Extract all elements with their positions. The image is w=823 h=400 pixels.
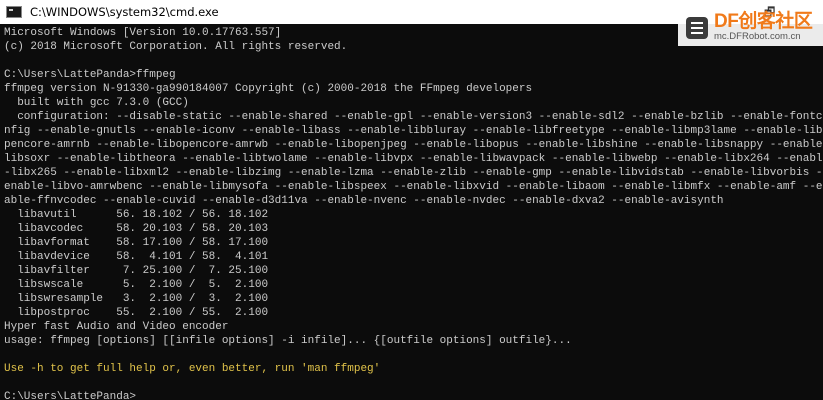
console-line: libavdevice 58. 4.101 / 58. 4.101 [4, 251, 269, 263]
console-line: libavformat 58. 17.100 / 58. 17.100 [4, 237, 269, 249]
console-line: Microsoft Windows [Version 10.0.17763.55… [4, 27, 282, 39]
dfrobot-logo-icon [686, 17, 708, 39]
console-line: libpostproc 55. 2.100 / 55. 2.100 [4, 307, 269, 319]
console-line: libswscale 5. 2.100 / 5. 2.100 [4, 279, 269, 291]
console-line: ffmpeg version N-91330-ga990184007 Copyr… [4, 83, 533, 95]
console-line: libavcodec 58. 20.103 / 58. 20.103 [4, 223, 269, 235]
console-line: Hyper fast Audio and Video encoder [4, 321, 229, 333]
console-line: configuration: --disable-static --enable… [4, 111, 823, 123]
dfrobot-watermark: 🗗 DF创客社区 mc.DFRobot.com.cn [678, 0, 823, 46]
console-line: C:\Users\LattePanda>ffmpeg [4, 69, 176, 81]
console-line: libavfilter 7. 25.100 / 7. 25.100 [4, 265, 269, 277]
console-line: -libx265 --enable-libxml2 --enable-libzi… [4, 167, 823, 179]
console-line: libsoxr --enable-libtheora --enable-libt… [4, 153, 823, 165]
console-app-icon [6, 6, 22, 18]
watermark-site: mc.DFRobot.com.cn [714, 31, 801, 42]
console-line: pencore-amrnb --enable-libopencore-amrwb… [4, 139, 823, 151]
cmd-window: C:\WINDOWS\system32\cmd.exe — 🗗 DF创客社区 m… [0, 0, 823, 400]
watermark-logo-text: DF创客社区 [714, 11, 813, 32]
window-title: C:\WINDOWS\system32\cmd.exe [30, 5, 219, 19]
console-output[interactable]: Microsoft Windows [Version 10.0.17763.55… [0, 24, 823, 400]
console-line: enable-libvo-amrwbenc --enable-libmysofa… [4, 181, 823, 193]
console-line: Use -h to get full help or, even better,… [4, 363, 381, 375]
console-line: able-ffnvcodec --enable-cuvid --enable-d… [4, 195, 724, 207]
console-line: built with gcc 7.3.0 (GCC) [4, 97, 189, 109]
console-line: nfig --enable-gnutls --enable-iconv --en… [4, 125, 823, 137]
console-line: (c) 2018 Microsoft Corporation. All righ… [4, 41, 348, 53]
console-line: libswresample 3. 2.100 / 3. 2.100 [4, 293, 269, 305]
console-line: usage: ffmpeg [options] [[infile options… [4, 335, 572, 347]
console-line: C:\Users\LattePanda> [4, 391, 137, 400]
console-line: libavutil 56. 18.102 / 56. 18.102 [4, 209, 269, 221]
